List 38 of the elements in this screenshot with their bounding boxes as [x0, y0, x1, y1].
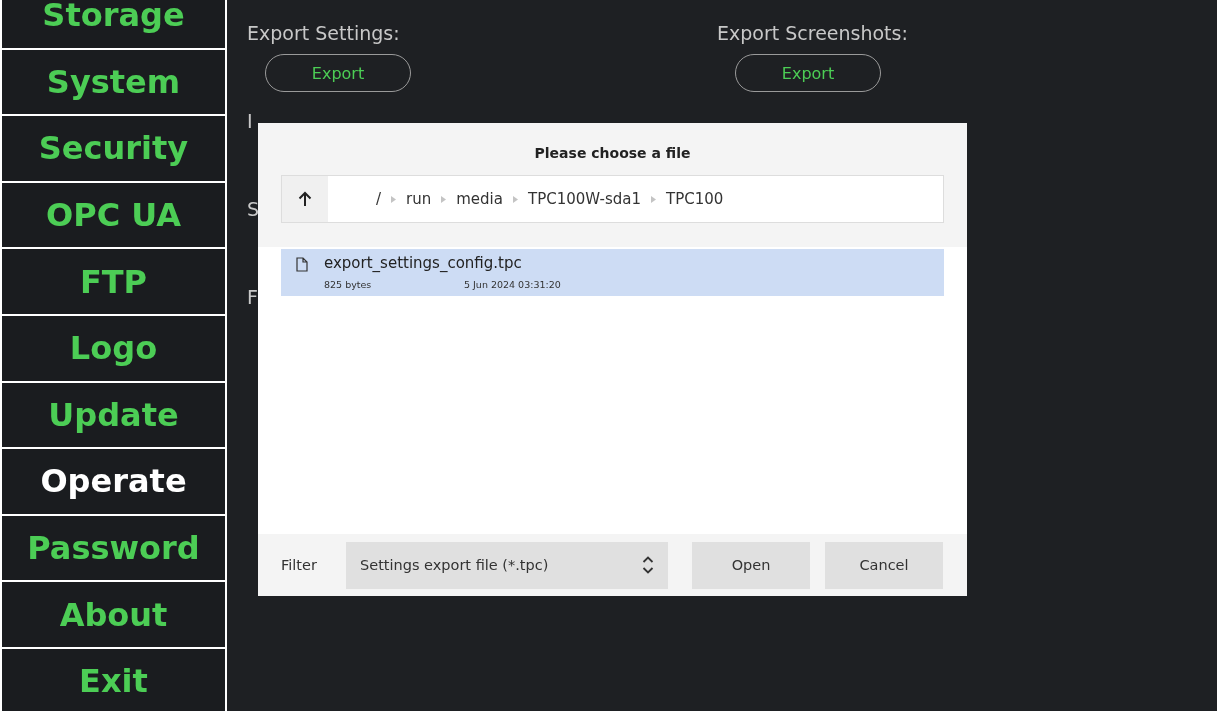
file-row[interactable]: export_settings_config.tpc 825 bytes 5 Jun 2024 03:31:20 [281, 249, 944, 296]
sidebar-item[interactable]: Logo [2, 315, 225, 381]
sidebar-item[interactable]: About [2, 582, 225, 647]
chevron-icon [391, 195, 397, 203]
section-label: I [247, 110, 253, 132]
sidebar-item[interactable]: Exit [2, 648, 225, 711]
chevron-icon [651, 195, 656, 203]
sidebar-item[interactable]: OPC UA [2, 182, 225, 248]
up-arrow-icon [298, 191, 312, 207]
filter-dropdown[interactable]: Settings export file (*.tpc) [346, 541, 668, 589]
breadcrumb-item[interactable]: run [402, 190, 436, 208]
section-label: Export Settings: [247, 22, 400, 44]
file-date: 5 Jun 2024 03:31:20 [464, 278, 561, 292]
sidebar-item[interactable]: Security [2, 116, 225, 181]
file-icon [296, 257, 308, 272]
section-label: Export Screenshots: [717, 22, 908, 44]
chevron-icon [513, 195, 518, 203]
sidebar-item[interactable]: Password [2, 515, 225, 581]
dialog-title: Please choose a file [534, 145, 691, 161]
dialog-button[interactable]: Open [692, 541, 810, 589]
dialog-button[interactable]: Cancel [825, 541, 943, 589]
section-label: F [247, 286, 258, 308]
breadcrumb-item[interactable]: / [372, 190, 386, 208]
chevron-icon [441, 195, 447, 203]
sidebar-item[interactable]: Operate [2, 449, 225, 514]
section-label: S [247, 198, 260, 220]
breadcrumb-item[interactable]: TPC100W-sda1 [524, 190, 645, 208]
file-size: 825 bytes [324, 278, 373, 292]
filter-label: Filter [281, 557, 318, 573]
breadcrumb-item[interactable]: media [452, 190, 507, 208]
file-name: export_settings_config.tpc [324, 254, 523, 274]
updown-icon [642, 555, 654, 575]
up-button[interactable] [282, 176, 328, 222]
sidebar-item[interactable]: Update [2, 382, 225, 448]
sidebar-item[interactable]: Storage [2, 0, 225, 48]
breadcrumb-item[interactable]: TPC100 [662, 190, 728, 208]
sidebar-item[interactable]: FTP [2, 249, 225, 314]
sidebar-item[interactable]: System [2, 49, 225, 115]
